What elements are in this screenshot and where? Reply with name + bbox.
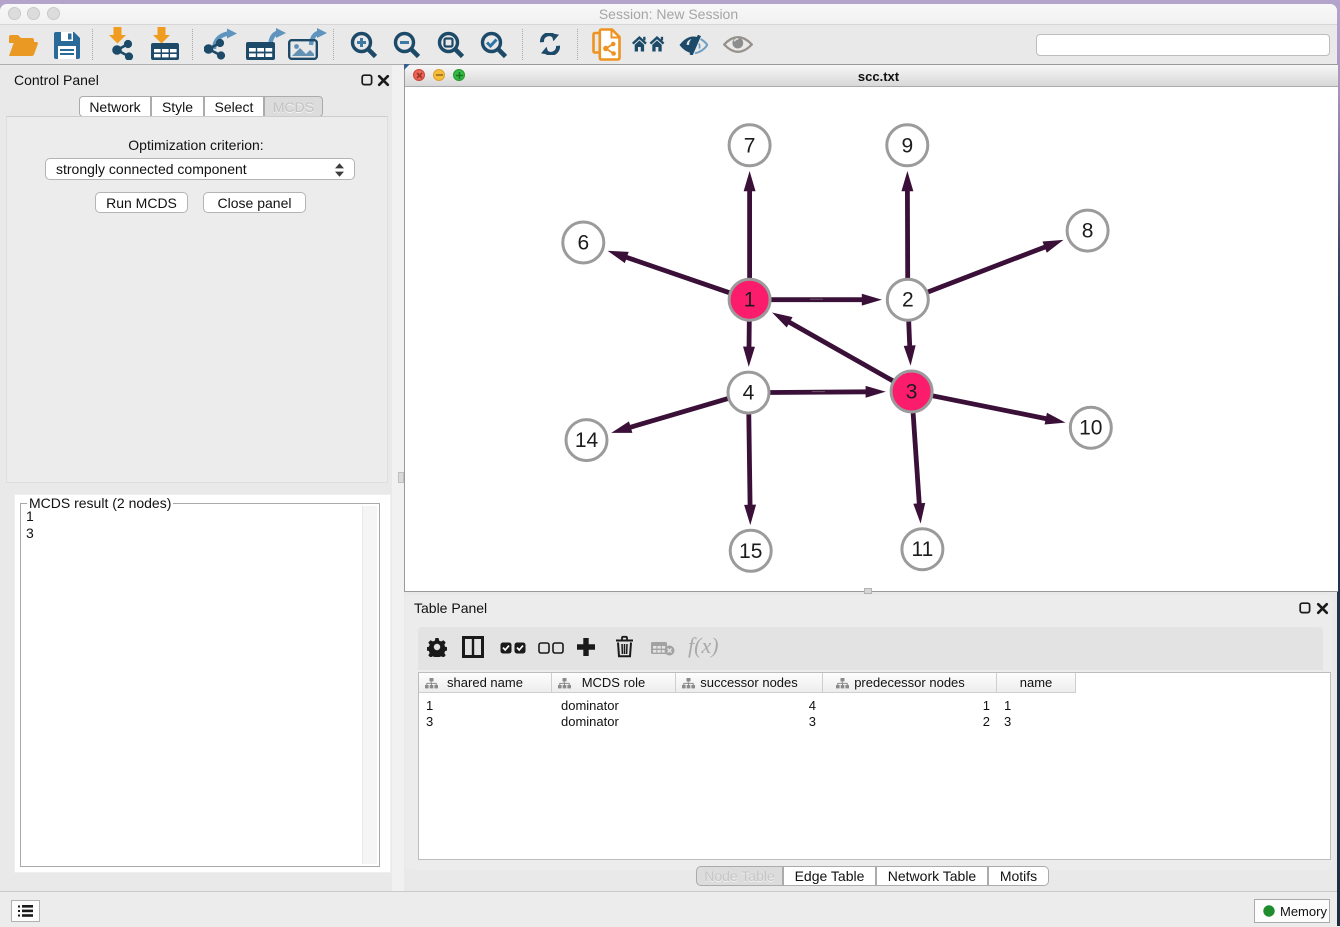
svg-text:11: 11 [911,538,933,561]
svg-text:1: 1 [744,289,756,312]
svg-text:3: 3 [906,381,918,404]
svg-text:2: 2 [902,289,914,312]
svg-text:6: 6 [577,232,589,255]
svg-text:4: 4 [743,382,755,405]
svg-text:9: 9 [901,134,913,157]
svg-text:14: 14 [575,429,599,452]
svg-text:15: 15 [739,540,762,563]
svg-text:8: 8 [1082,220,1094,243]
svg-text:10: 10 [1079,417,1102,440]
svg-text:7: 7 [744,134,756,157]
